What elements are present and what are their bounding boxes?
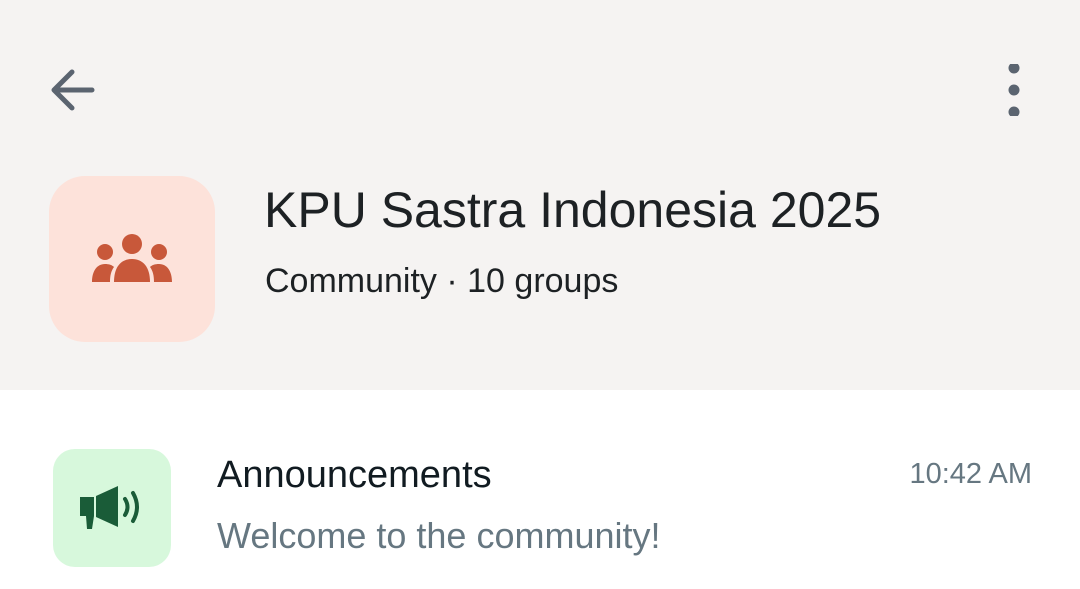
group-icon (92, 234, 172, 282)
more-vertical-icon (1008, 64, 1020, 116)
megaphone-icon (80, 486, 139, 529)
community-header: KPU Sastra Indonesia 2025 Community · 10… (0, 0, 1080, 390)
chat-row-announcements[interactable]: Announcements Welcome to the community! … (0, 430, 1080, 580)
community-title: KPU Sastra Indonesia 2025 (264, 182, 882, 238)
announcements-avatar (53, 449, 171, 567)
back-button[interactable] (34, 52, 110, 128)
community-avatar[interactable] (49, 176, 215, 342)
chat-name: Announcements (217, 454, 492, 496)
chat-timestamp: 10:42 AM (909, 458, 1032, 490)
chat-preview: Welcome to the community! (217, 515, 661, 556)
groups-list: Announcements Welcome to the community! … (0, 390, 1080, 589)
more-options-button[interactable] (976, 52, 1052, 128)
arrow-left-icon (51, 69, 95, 111)
community-subtitle: Community · 10 groups (265, 262, 619, 300)
